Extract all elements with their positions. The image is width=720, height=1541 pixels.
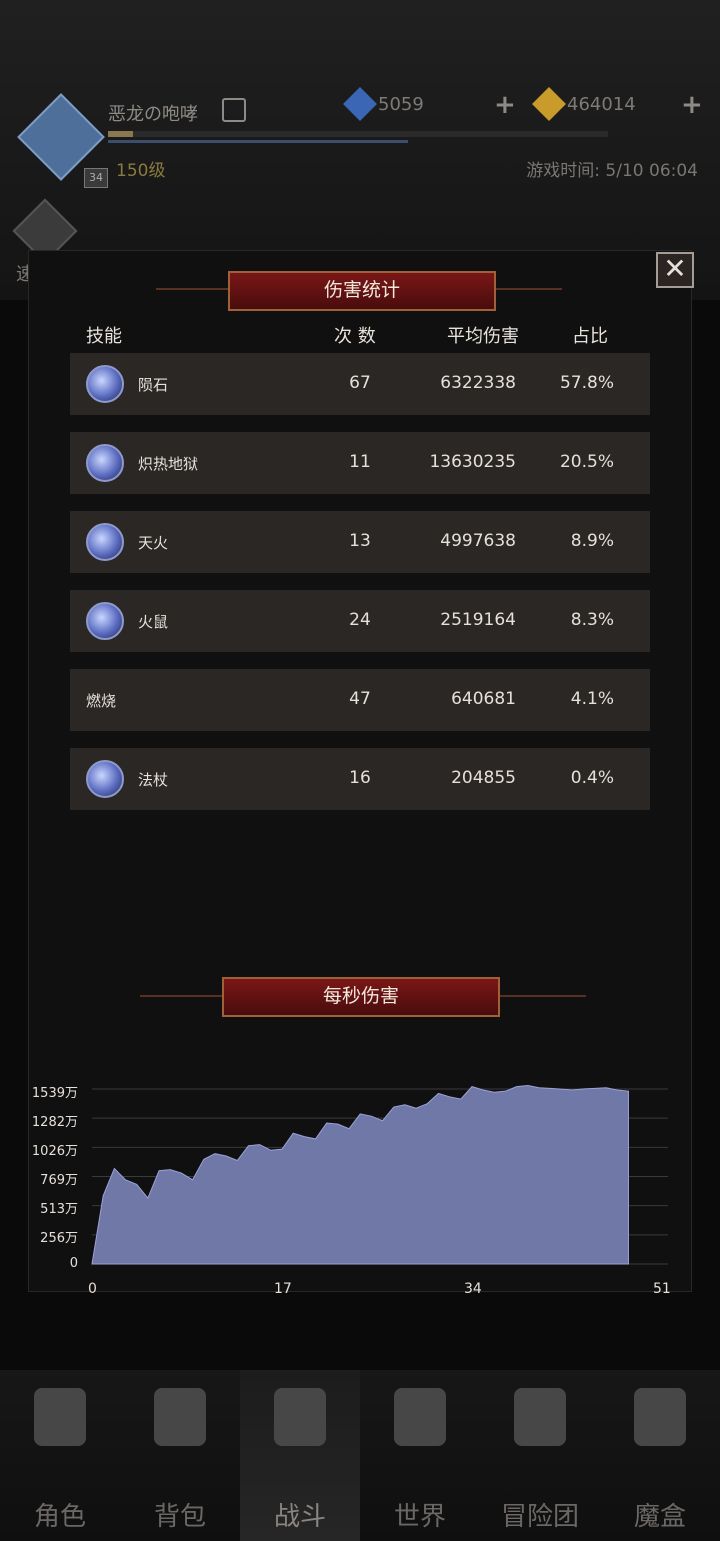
col-count-header: 次 数 [334,326,376,347]
banner-divider [140,995,226,997]
skill-ratio: 0.4% [570,768,614,788]
y-tick-label: 769万 [40,1173,78,1188]
gold-icon [532,87,566,121]
add-diamond-button[interactable]: + [494,90,516,120]
sky-fire-icon [86,523,124,561]
close-button[interactable]: ✕ [656,252,694,288]
skill-ratio: 57.8% [559,373,614,393]
skill-count: 67 [349,373,371,393]
nav-item-character[interactable]: 角色 [0,1370,120,1541]
skill-row: 陨石 67 6322338 57.8% [70,353,650,415]
nav-label: 世界 [393,1502,446,1532]
banner-divider [156,288,231,290]
nav-label: 角色 [33,1502,86,1532]
col-avg-header: 平均伤害 [447,326,519,347]
staff-icon [86,760,124,798]
x-tick-label: 17 [274,1281,292,1297]
gold-currency: 464014 + [532,87,707,121]
skill-row: 燃烧 47 640681 4.1% [70,669,650,731]
y-tick-label: 0 [69,1256,78,1271]
x-tick-label: 34 [464,1281,482,1297]
skill-count: 47 [349,689,371,709]
skill-name: 陨石 [138,376,169,394]
sword-shield-icon [274,1388,326,1446]
col-ratio-header: 占比 [572,326,608,347]
y-tick-label: 1282万 [31,1115,78,1130]
skill-ratio: 4.1% [570,689,614,709]
edit-name-icon[interactable] [222,98,246,122]
skill-avg-damage: 6322338 [440,373,516,393]
col-skill-header: 技能 [86,326,122,347]
skill-avg-damage: 204855 [451,768,516,788]
bottom-nav: 角色 背包 战斗 世界 冒险团 魔盒 [0,1370,720,1541]
skill-name: 法杖 [138,771,169,789]
skill-name: 燃烧 [86,692,117,710]
skill-count: 24 [349,610,371,630]
nav-label: 战斗 [273,1502,326,1532]
y-tick-label: 256万 [40,1231,78,1246]
player-name: 恶龙の咆哮 [108,104,198,125]
nav-item-backpack[interactable]: 背包 [120,1370,240,1541]
add-gold-button[interactable]: + [681,90,703,120]
avatar[interactable]: 34 [17,93,108,188]
skill-name: 天火 [138,534,169,552]
skill-name: 炽热地狱 [138,455,199,473]
dps-title: 每秒伤害 [222,977,500,1017]
y-tick-label: 1539万 [31,1086,78,1101]
meteor-icon [86,365,124,403]
nav-label: 魔盒 [633,1502,686,1532]
nav-item-guild[interactable]: 冒险团 [480,1370,600,1541]
skill-avg-damage: 2519164 [440,610,516,630]
experience-bar [108,131,608,137]
skill-avg-damage: 4997638 [440,531,516,551]
castle-icon [514,1388,566,1446]
nav-item-world[interactable]: 世界 [360,1370,480,1541]
skill-ratio: 8.9% [570,531,614,551]
player-level: 150级 [116,161,166,181]
nav-label: 冒险团 [500,1502,579,1532]
banner-divider [490,288,562,290]
skill-row: 炽热地狱 11 13630235 20.5% [70,432,650,494]
helmet-icon [34,1388,86,1446]
secondary-bar [108,140,408,143]
skill-count: 11 [349,452,371,472]
gold-amount: 464014 [567,94,636,115]
avatar-level-badge: 34 [84,168,108,188]
banner-divider [494,995,586,997]
x-tick-label: 51 [653,1281,671,1297]
skill-count: 13 [349,531,371,551]
diamond-amount: 5059 [378,94,424,115]
y-tick-label: 513万 [40,1202,78,1217]
skill-avg-damage: 640681 [451,689,516,709]
nav-label: 背包 [153,1502,206,1532]
x-tick-label: 0 [88,1281,97,1297]
inferno-icon [86,444,124,482]
magic-box-icon [634,1388,686,1446]
nav-item-magic-box[interactable]: 魔盒 [600,1370,720,1541]
skill-ratio: 8.3% [570,610,614,630]
damage-stats-title: 伤害统计 [228,271,496,311]
skill-row: 火鼠 24 2519164 8.3% [70,590,650,652]
skill-row: 法杖 16 204855 0.4% [70,748,650,810]
skill-avg-damage: 13630235 [429,452,516,472]
game-time: 游戏时间: 5/10 06:04 [526,161,698,181]
backpack-icon [154,1388,206,1446]
diamond-currency: 5059 + [343,87,518,121]
skill-row: 天火 13 4997638 8.9% [70,511,650,573]
nav-item-battle[interactable]: 战斗 [240,1370,360,1541]
y-tick-label: 1026万 [31,1144,78,1159]
skill-ratio: 20.5% [559,452,614,472]
map-scroll-icon [394,1388,446,1446]
fire-rat-icon [86,602,124,640]
diamond-icon [343,87,377,121]
skill-name: 火鼠 [138,613,169,631]
skill-count: 16 [349,768,371,788]
